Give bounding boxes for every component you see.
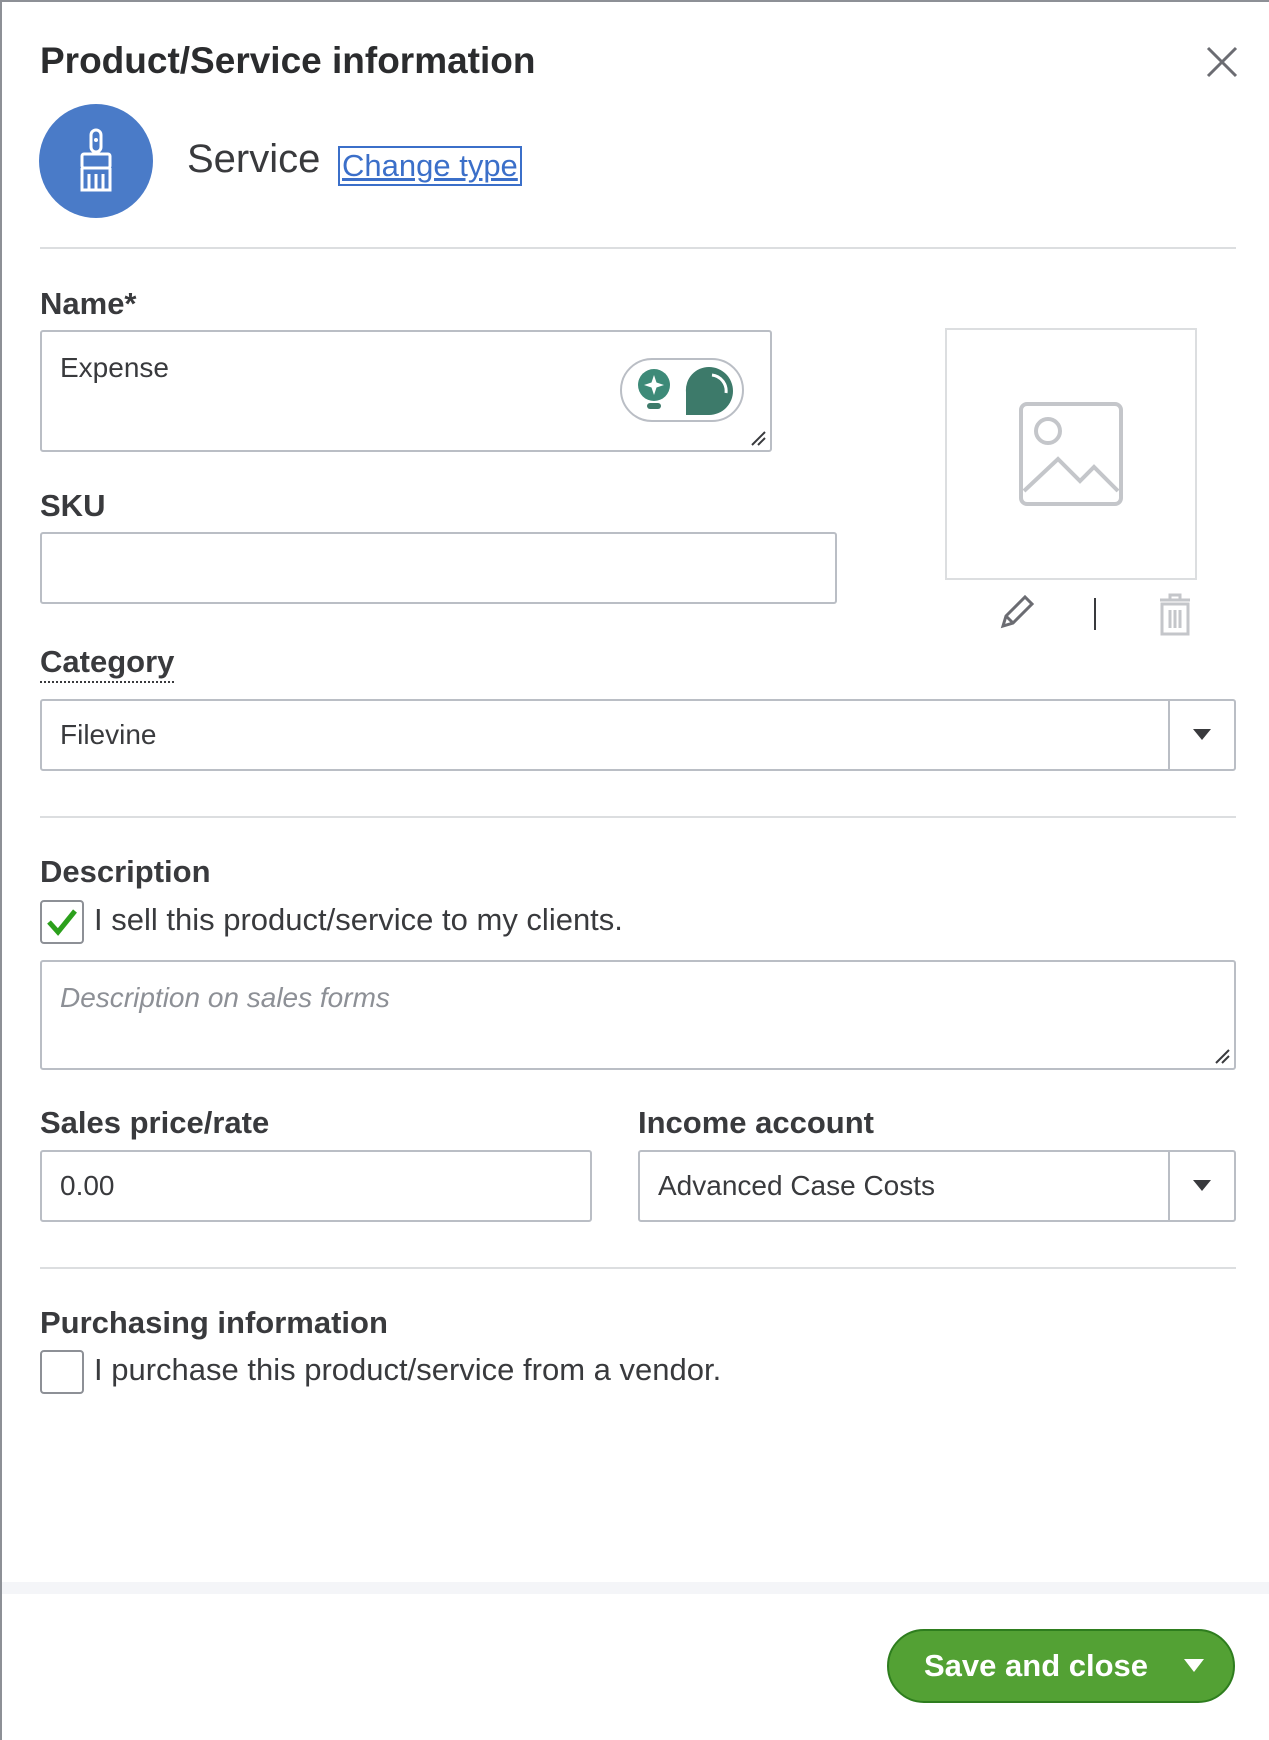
- edit-image-button[interactable]: [997, 592, 1037, 637]
- close-button[interactable]: [1202, 42, 1242, 82]
- category-dropdown-toggle[interactable]: [1168, 701, 1234, 769]
- trash-icon: [1156, 592, 1194, 636]
- category-value: Filevine: [60, 719, 156, 750]
- sales-description-textarea[interactable]: Description on sales forms: [40, 960, 1236, 1070]
- product-type-name: Service: [187, 137, 320, 182]
- income-account-select[interactable]: Advanced Case Costs: [638, 1150, 1236, 1222]
- name-field[interactable]: Expense: [40, 330, 772, 452]
- divider: [40, 816, 1236, 818]
- paintbrush-icon: [74, 126, 118, 196]
- resize-handle-icon[interactable]: [1212, 1046, 1230, 1064]
- chevron-down-icon: [1184, 1659, 1204, 1673]
- income-account-dropdown-toggle[interactable]: [1168, 1152, 1234, 1220]
- product-service-panel: Product/Service information Service Chan…: [0, 0, 1269, 1740]
- sku-input[interactable]: [40, 532, 837, 604]
- purchasing-label: Purchasing information: [40, 1305, 388, 1341]
- income-account-value: Advanced Case Costs: [658, 1170, 935, 1201]
- save-and-close-button[interactable]: Save and close: [887, 1629, 1235, 1703]
- close-icon: [1202, 42, 1242, 82]
- resize-handle-icon[interactable]: [748, 428, 766, 446]
- divider: [40, 1267, 1236, 1269]
- footer-divider: [2, 1582, 1269, 1594]
- category-select[interactable]: Filevine: [40, 699, 1236, 771]
- name-label: Name*: [40, 286, 137, 322]
- page-title: Product/Service information: [40, 40, 536, 82]
- lightbulb-icon: [636, 369, 672, 411]
- ai-assist-pill[interactable]: [620, 358, 744, 422]
- sales-price-label: Sales price/rate: [40, 1105, 269, 1141]
- chevron-down-icon: [1193, 729, 1211, 741]
- description-label: Description: [40, 854, 211, 890]
- chevron-down-icon: [1193, 1180, 1211, 1192]
- pencil-icon: [997, 592, 1037, 632]
- category-label: Category: [40, 644, 174, 683]
- product-image-upload[interactable]: [945, 328, 1197, 580]
- divider: [40, 247, 1236, 249]
- chat-bubble-icon: [682, 365, 736, 415]
- purchase-checkbox-label: I purchase this product/service from a v…: [94, 1352, 721, 1388]
- sell-checkbox-label: I sell this product/service to my client…: [94, 902, 623, 938]
- sell-checkbox[interactable]: [40, 900, 84, 944]
- change-type-link[interactable]: Change type: [338, 146, 522, 186]
- type-icon-circle: [39, 104, 153, 218]
- sku-label: SKU: [40, 488, 105, 524]
- checkmark-icon: [46, 908, 78, 936]
- sales-description-placeholder: Description on sales forms: [60, 982, 390, 1013]
- sales-price-input[interactable]: 0.00: [40, 1150, 592, 1222]
- name-field-value: Expense: [60, 352, 169, 383]
- delete-image-button[interactable]: [1156, 592, 1194, 641]
- income-account-label: Income account: [638, 1105, 874, 1141]
- icon-separator: [1094, 598, 1096, 630]
- purchase-checkbox[interactable]: [40, 1350, 84, 1394]
- save-and-close-label: Save and close: [924, 1648, 1148, 1684]
- save-options-dropdown-toggle[interactable]: [1165, 1631, 1223, 1701]
- image-placeholder-icon: [1018, 401, 1124, 507]
